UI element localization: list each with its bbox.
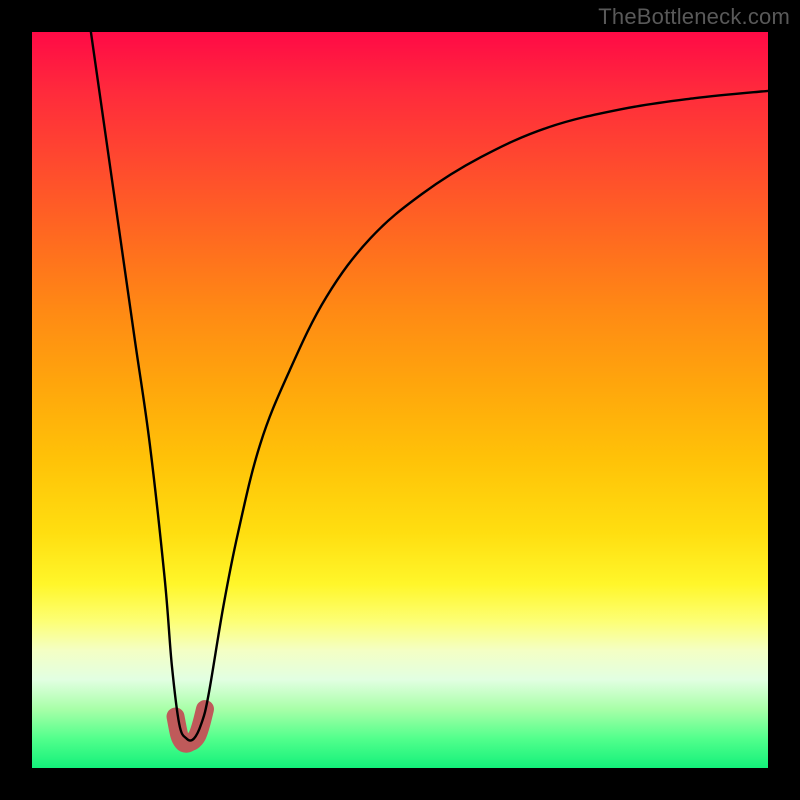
chart-frame: TheBottleneck.com <box>0 0 800 800</box>
bottleneck-curve-series <box>91 32 768 741</box>
watermark-text: TheBottleneck.com <box>598 4 790 30</box>
chart-svg <box>32 32 768 768</box>
bottleneck-curve-line <box>91 32 768 741</box>
chart-plot-area <box>32 32 768 768</box>
